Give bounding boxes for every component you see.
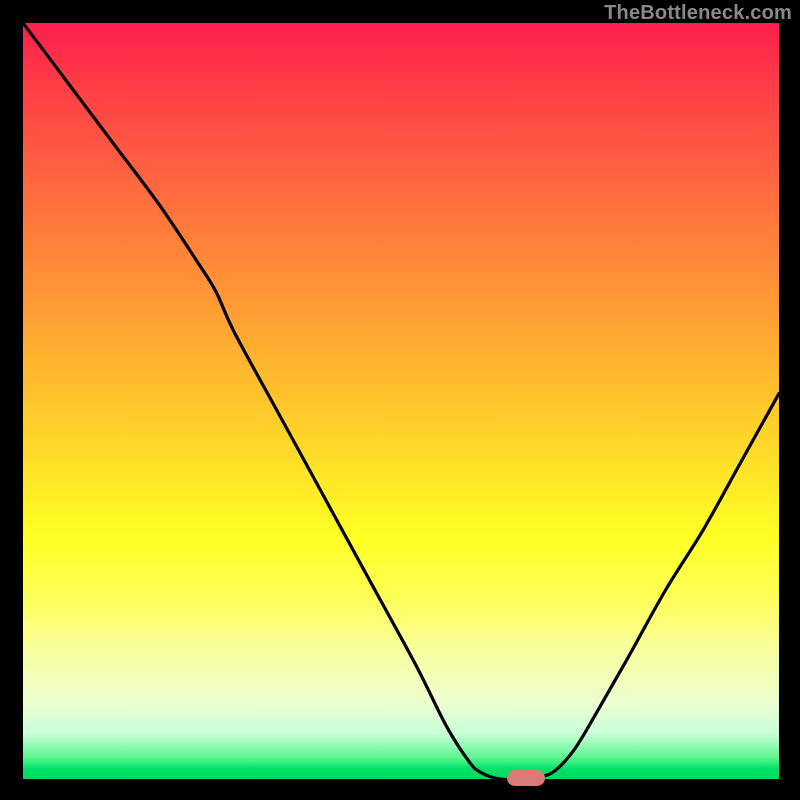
optimal-marker: [507, 770, 545, 786]
plot-area: [23, 23, 779, 779]
bottleneck-curve: [23, 23, 779, 779]
chart-frame: TheBottleneck.com: [0, 0, 800, 800]
watermark-text: TheBottleneck.com: [604, 2, 792, 25]
